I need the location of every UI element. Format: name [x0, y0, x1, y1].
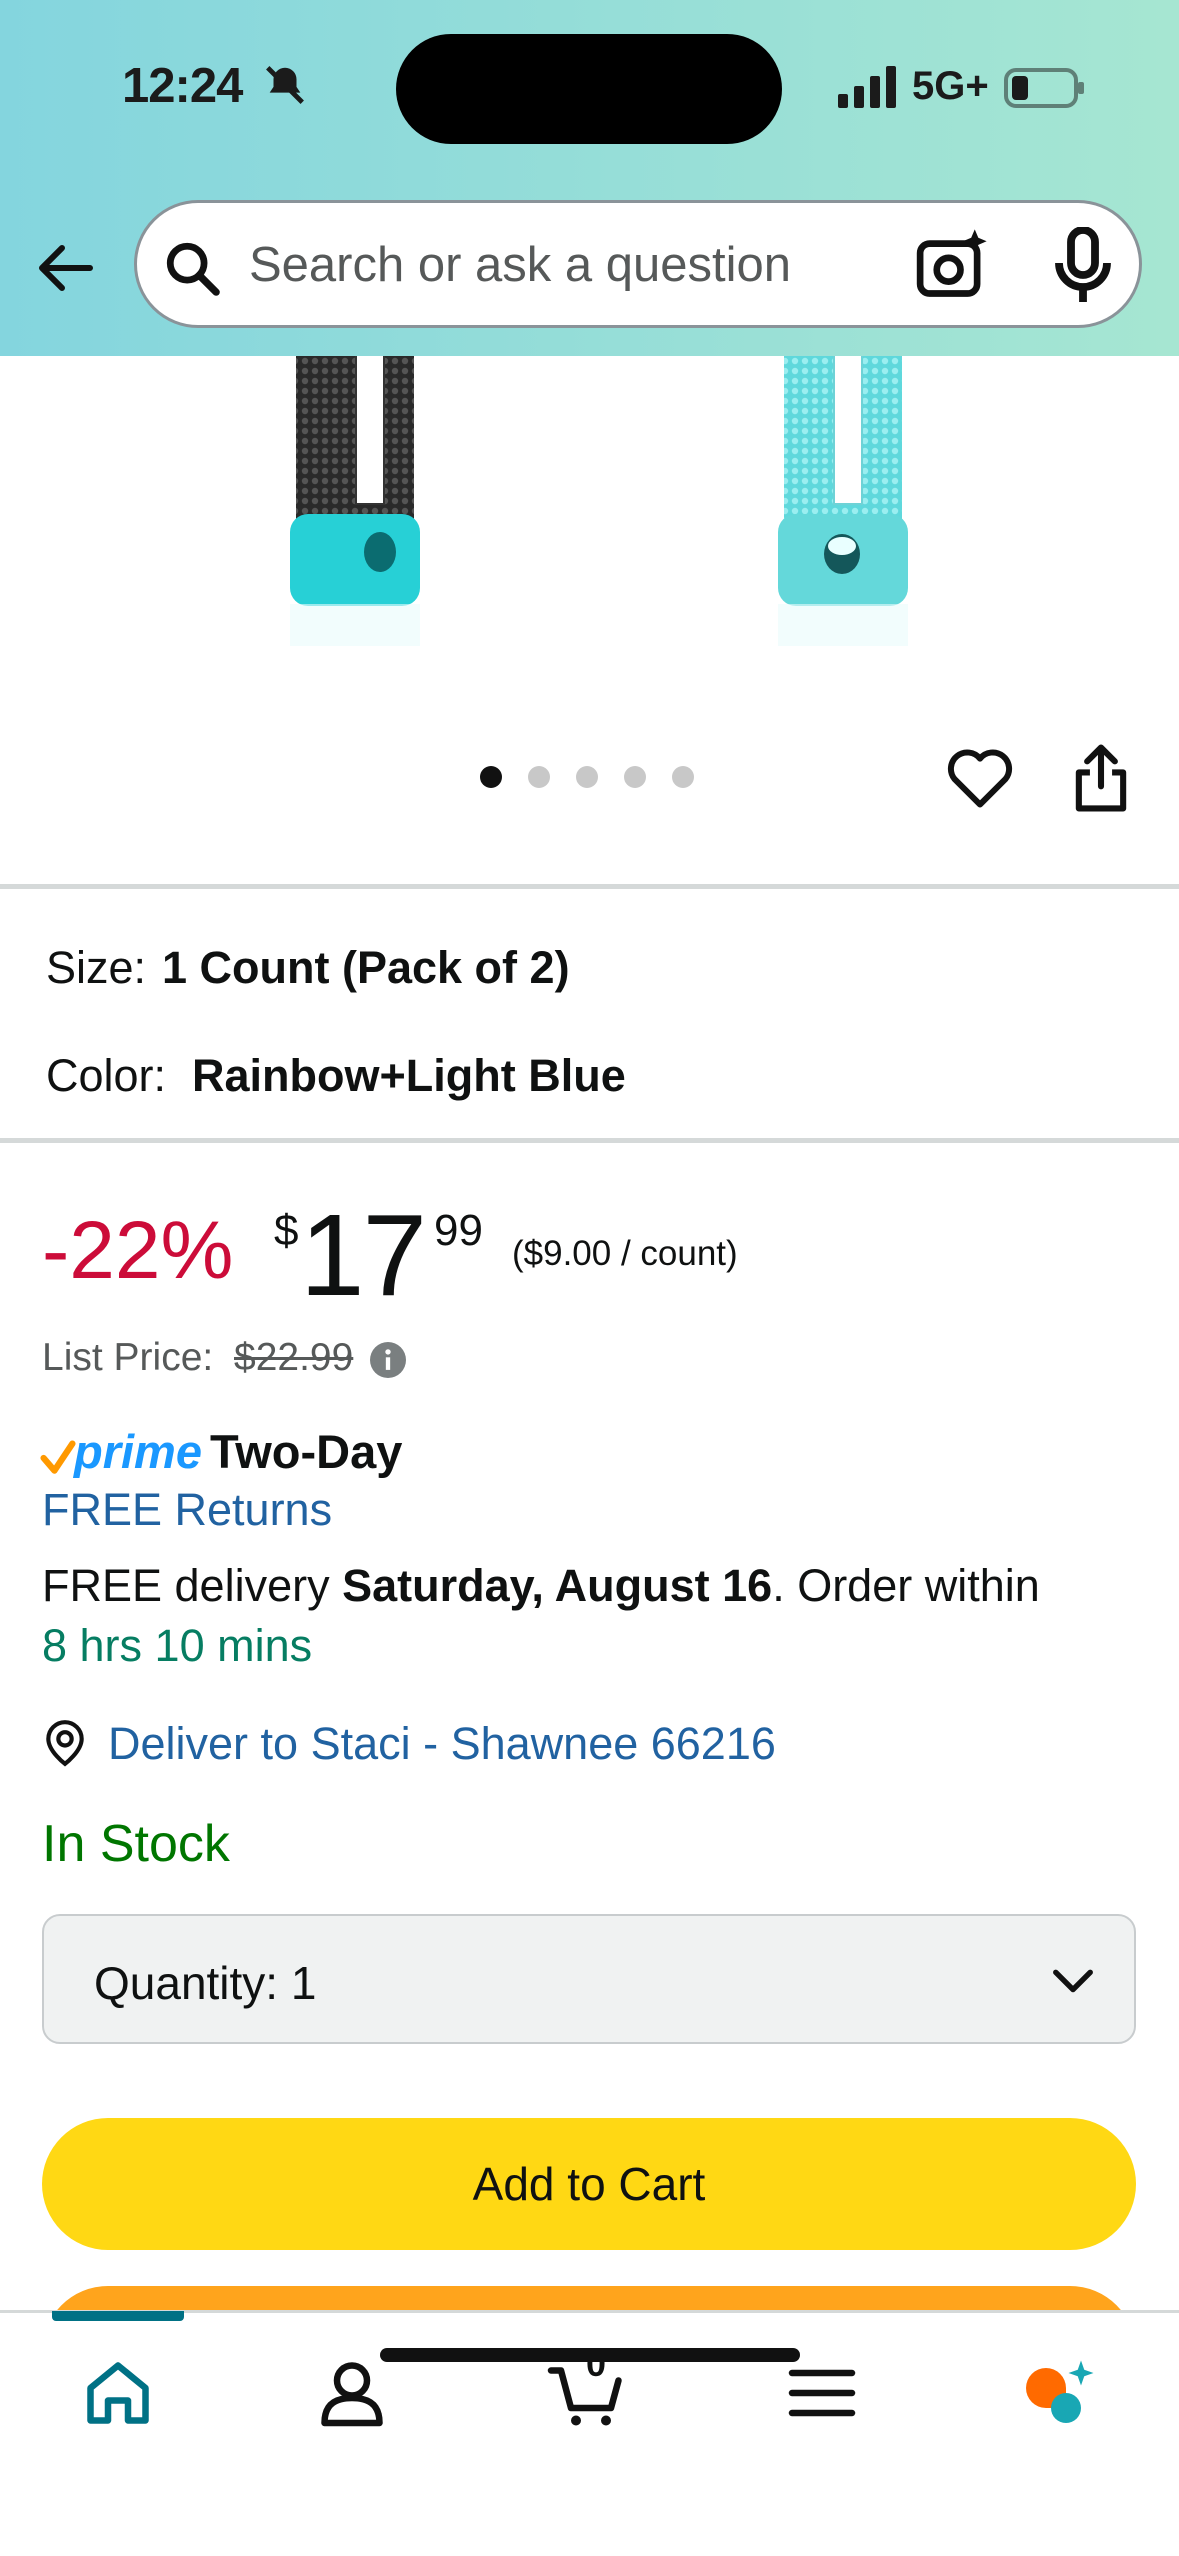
prime-check-icon	[40, 1440, 76, 1474]
quantity-label: Quantity: 1	[94, 1957, 317, 2009]
price-currency: $	[274, 1206, 299, 1255]
section-divider	[0, 1138, 1179, 1143]
quantity-value: 1	[290, 1957, 317, 2009]
deliver-to-link[interactable]: Deliver to Staci - Shawnee 66216	[108, 1718, 776, 1770]
delivery-suffix: . Order within	[772, 1560, 1040, 1611]
gallery-pagination	[480, 766, 694, 788]
microphone-icon[interactable]	[1047, 227, 1119, 305]
account-icon[interactable]	[312, 2353, 392, 2433]
product-image-light-blue	[778, 356, 908, 646]
network-label: 5G+	[912, 64, 989, 108]
stock-status: In Stock	[42, 1815, 230, 1873]
gallery-dot[interactable]	[672, 766, 694, 788]
heart-icon[interactable]	[944, 742, 1016, 810]
search-icon	[166, 242, 220, 296]
search-input[interactable]: Search or ask a question	[249, 237, 791, 293]
delivery-prefix: FREE delivery	[42, 1560, 343, 1611]
size-value[interactable]: 1 Count (Pack of 2)	[162, 942, 570, 994]
home-indicator	[380, 2348, 800, 2362]
product-image-black	[290, 356, 420, 646]
free-returns-link[interactable]: FREE Returns	[42, 1484, 332, 1536]
delivery-date: Saturday, August 16	[342, 1560, 773, 1611]
discount-percent: -22%	[42, 1205, 234, 1296]
color-value[interactable]: Rainbow+Light Blue	[192, 1050, 626, 1102]
search-bar[interactable]: Search or ask a question	[134, 200, 1142, 328]
prime-logo: prime	[74, 1425, 202, 1478]
battery-icon	[1004, 68, 1084, 108]
location-pin-icon[interactable]	[42, 1718, 88, 1768]
list-price-label: List Price:	[42, 1336, 214, 1379]
unit-price: ($9.00 / count)	[512, 1234, 738, 1273]
chevron-down-icon	[1053, 1969, 1093, 1993]
price-whole: 17	[300, 1190, 427, 1320]
share-icon[interactable]	[1072, 742, 1130, 814]
quantity-select[interactable]: Quantity: 1	[42, 1914, 1136, 2044]
cart-nav[interactable]: 0	[546, 2343, 626, 2433]
status-time: 12:24	[122, 59, 243, 113]
order-countdown: 8 hrs 10 mins	[42, 1620, 313, 1671]
price-fraction: 99	[434, 1206, 483, 1255]
list-price-value: $22.99	[234, 1336, 354, 1379]
home-icon[interactable]	[78, 2353, 158, 2433]
color-label: Color:	[46, 1050, 167, 1101]
info-icon[interactable]	[370, 1342, 406, 1378]
rufus-assistant-icon[interactable]	[1016, 2353, 1096, 2433]
add-to-cart-button[interactable]: Add to Cart	[42, 2118, 1136, 2250]
prime-two-day-label: Two-Day	[210, 1425, 403, 1478]
camera-lens-icon[interactable]	[913, 227, 989, 303]
bottom-nav: 0	[0, 2310, 1179, 2556]
bell-muted-icon	[266, 66, 304, 104]
delivery-info: FREE delivery Saturday, August 16. Order…	[42, 1560, 1040, 1612]
header-bar: 12:24 5G+ Search or ask a question	[0, 0, 1179, 356]
menu-icon[interactable]	[782, 2353, 862, 2433]
size-label: Size:	[46, 942, 147, 993]
gallery-dot[interactable]	[528, 766, 550, 788]
gallery-dot[interactable]	[624, 766, 646, 788]
active-tab-indicator	[52, 2311, 184, 2321]
back-arrow-icon[interactable]	[34, 236, 98, 300]
dynamic-island	[396, 34, 782, 144]
section-divider	[0, 884, 1179, 889]
signal-icon	[838, 66, 896, 108]
gallery-dot[interactable]	[576, 766, 598, 788]
gallery-dot[interactable]	[480, 766, 502, 788]
